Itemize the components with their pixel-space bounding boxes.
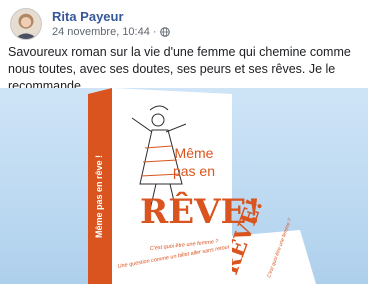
author-name[interactable]: Rita Payeur — [52, 9, 124, 24]
post-meta: 24 novembre, 10:44 · — [52, 26, 170, 38]
globe-icon[interactable] — [159, 27, 170, 37]
meta-separator: · — [152, 26, 157, 38]
post-header: Rita Payeur 24 novembre, 10:44 · — [8, 8, 360, 42]
avatar[interactable] — [10, 8, 42, 40]
book-title-line1: Même — [175, 145, 214, 161]
book-title-line2: pas en — [173, 163, 215, 179]
book-spine-title: Même pas en rêve ! — [94, 155, 104, 238]
post-photo[interactable]: RÊVE! C'est quoi être une femme ? Même p… — [0, 88, 368, 284]
post-timestamp[interactable]: 24 novembre, 10:44 — [52, 26, 150, 38]
book-title-line3: RÊVE! — [140, 191, 261, 232]
